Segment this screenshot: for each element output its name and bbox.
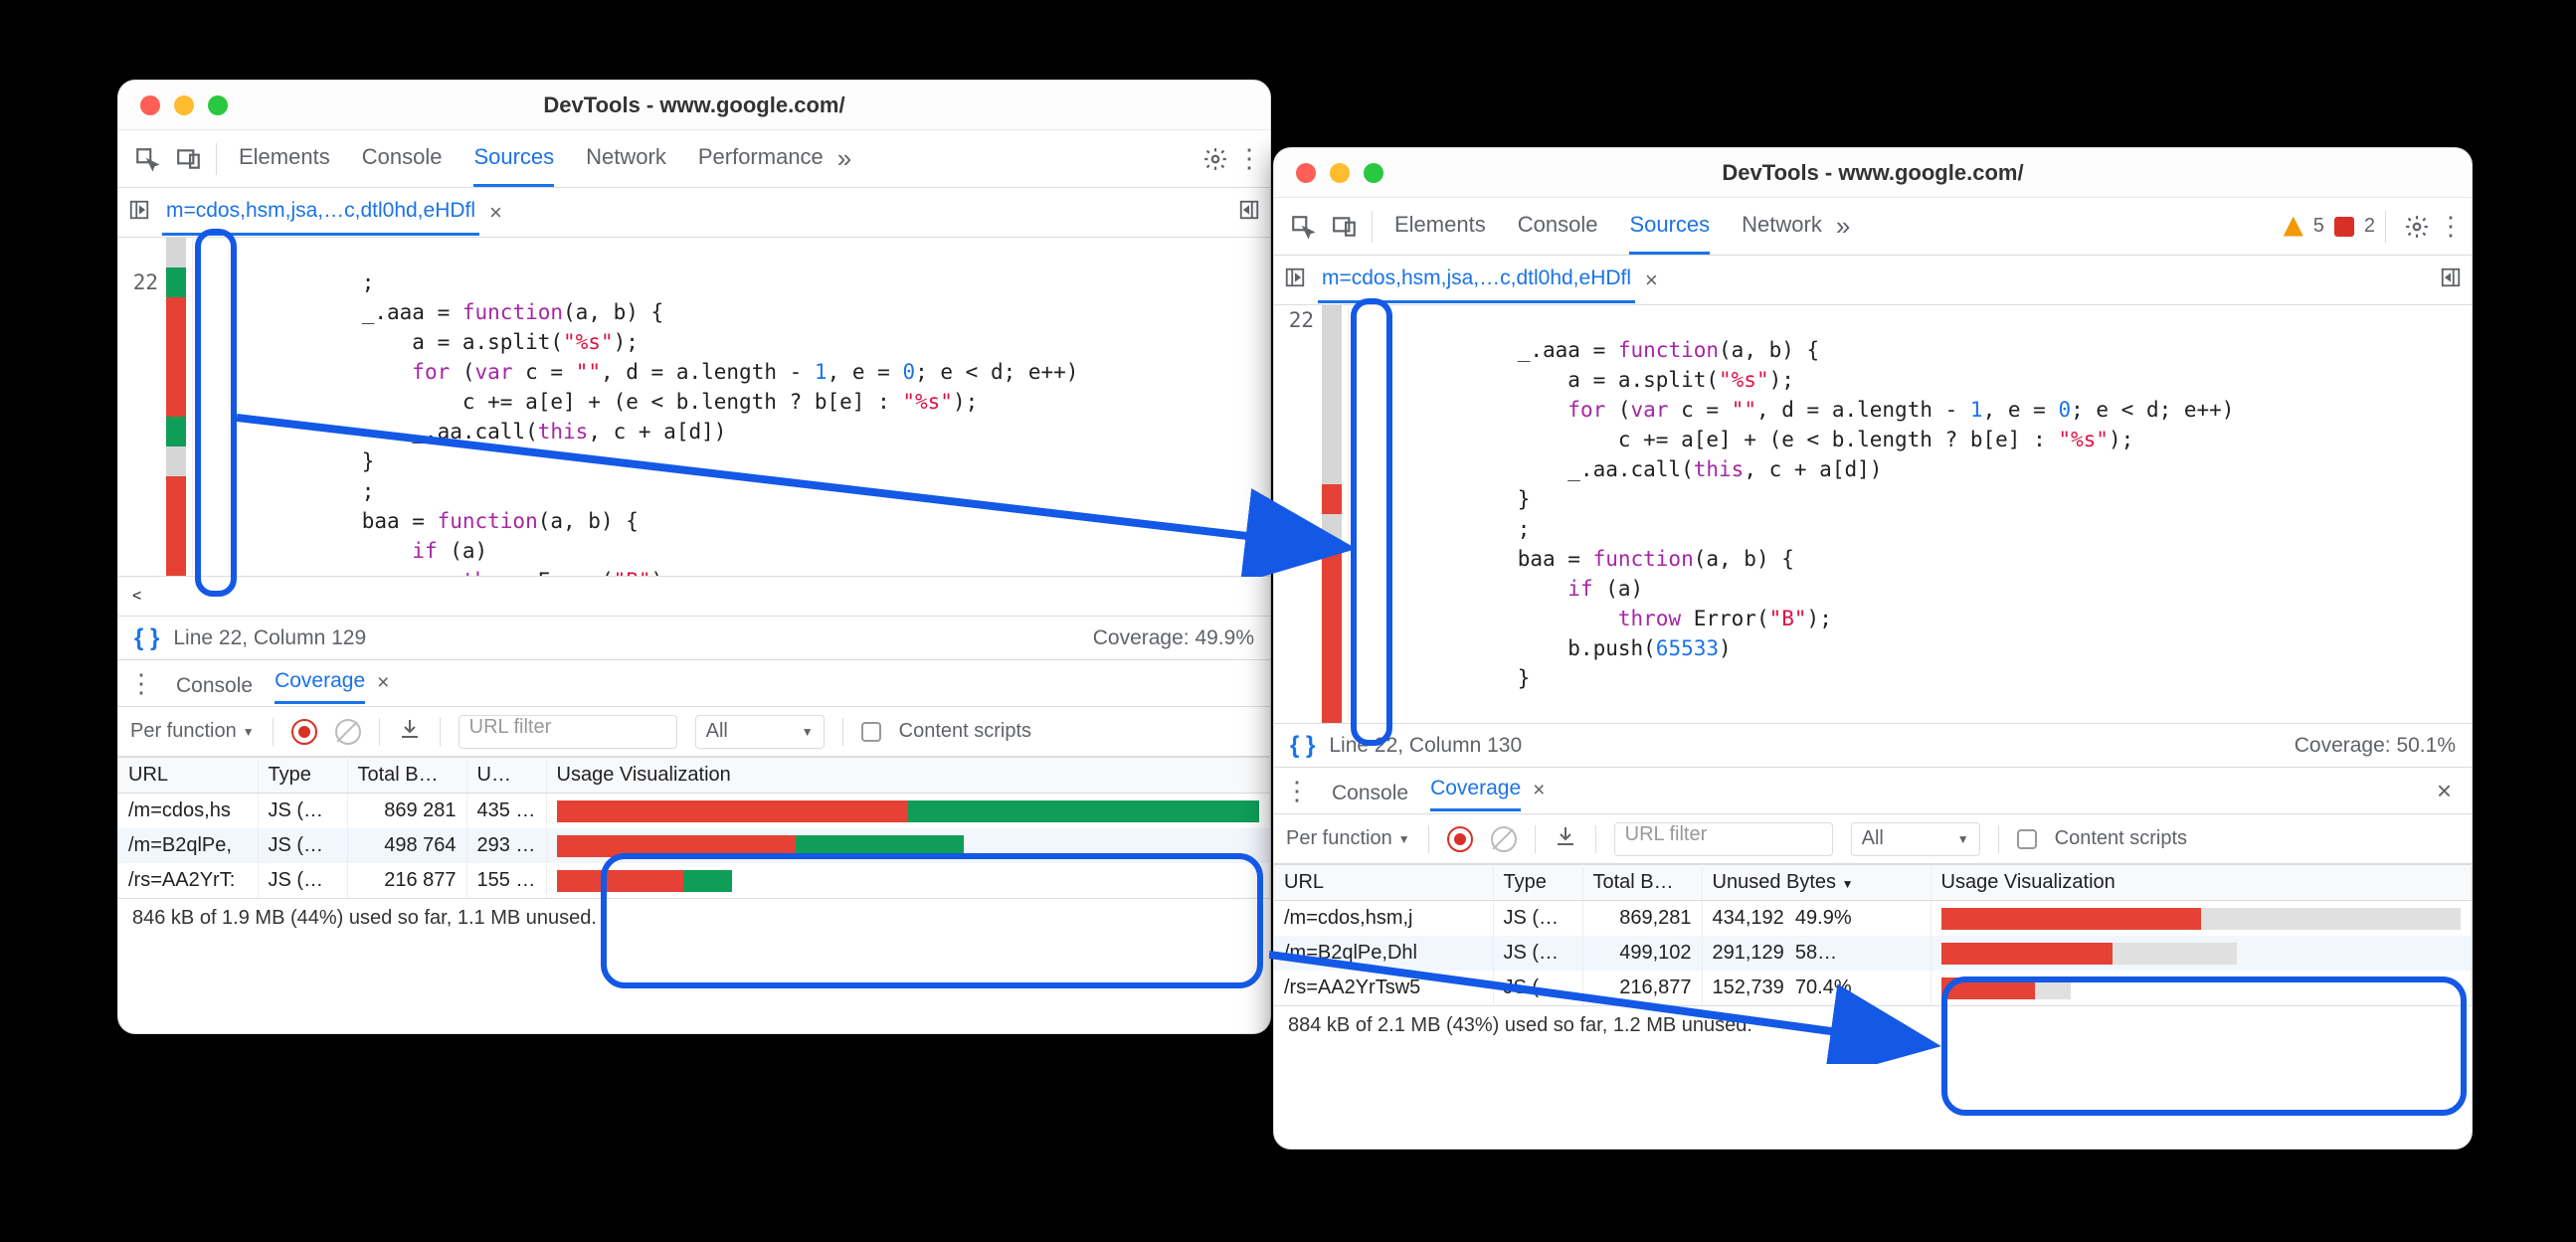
record-button[interactable] [1447, 826, 1473, 852]
content-scripts-checkbox[interactable] [2017, 829, 2037, 849]
col-total[interactable]: Total B… [347, 758, 466, 794]
line-number: 22 [1274, 305, 1314, 335]
tab-performance[interactable]: Performance [698, 144, 824, 187]
coverage-percent: Coverage: 49.9% [1093, 626, 1254, 650]
warning-count[interactable]: 5 [2284, 215, 2324, 238]
toggle-debugger-icon[interactable] [2440, 266, 2462, 293]
tab-sources[interactable]: Sources [473, 144, 554, 187]
drawer-tab-console[interactable]: Console [176, 668, 253, 698]
record-button[interactable] [291, 719, 317, 745]
titlebar: DevTools - www.google.com/ [118, 81, 1270, 130]
close-file-tab-icon[interactable]: × [1645, 267, 1658, 293]
close-drawer-tab-icon[interactable]: × [1533, 779, 1545, 802]
close-drawer-tab-icon[interactable]: × [377, 671, 389, 695]
clear-button[interactable] [335, 719, 361, 745]
col-total[interactable]: Total B… [1582, 865, 1702, 901]
col-url[interactable]: URL [118, 758, 258, 794]
coverage-percent: Coverage: 50.1% [2295, 734, 2456, 758]
window-title: DevTools - www.google.com/ [1274, 160, 2472, 186]
open-file-tab[interactable]: m=cdos,hsm,jsa,…c,dtl0hd,eHDfl [162, 189, 479, 236]
drawer-menu-icon[interactable]: ⋮ [128, 668, 154, 699]
toggle-debugger-icon[interactable] [1238, 199, 1260, 226]
cursor-position: Line 22, Column 130 [1329, 734, 1522, 758]
col-type[interactable]: Type [258, 758, 347, 794]
type-filter-select[interactable]: All▼ [695, 715, 825, 749]
line-number: 22 [118, 267, 158, 297]
pretty-print-icon[interactable]: { } [1290, 732, 1315, 760]
source-code: _.aaa = function(a, b) { a = a.split("%s… [1348, 305, 2472, 723]
drawer-tab-console[interactable]: Console [1332, 776, 1408, 805]
per-function-select[interactable]: Per function ▼ [1286, 827, 1410, 850]
cursor-position: Line 22, Column 129 [173, 626, 366, 650]
col-type[interactable]: Type [1493, 865, 1582, 901]
export-icon[interactable] [1554, 824, 1577, 854]
tab-elements[interactable]: Elements [239, 144, 330, 187]
export-icon[interactable] [398, 717, 422, 747]
col-url[interactable]: URL [1274, 865, 1493, 901]
device-toggle-icon[interactable] [168, 138, 210, 180]
table-row[interactable]: /rs=AA2YrT:JS (…216 877155 … [118, 863, 1270, 898]
table-row[interactable]: /m=cdos,hsJS (…869 281435 … [118, 794, 1270, 829]
devtools-tabbar: Elements Console Sources Network Perform… [118, 130, 1270, 188]
content-scripts-checkbox[interactable] [861, 722, 881, 742]
col-viz[interactable]: Usage Visualization [1931, 865, 2472, 901]
url-filter-input[interactable]: URL filter [1614, 822, 1833, 856]
status-bar: { } Line 22, Column 129 Coverage: 49.9% [118, 616, 1270, 659]
type-filter-select[interactable]: All▼ [1851, 822, 1980, 856]
toggle-navigator-icon[interactable] [128, 199, 150, 226]
clear-button[interactable] [1491, 826, 1517, 852]
more-tabs-icon[interactable]: » [837, 143, 851, 174]
content-scripts-label: Content scripts [899, 720, 1031, 743]
toggle-navigator-icon[interactable] [1284, 266, 1306, 293]
close-drawer-icon[interactable]: × [2437, 776, 2452, 806]
drawer-menu-icon[interactable]: ⋮ [1284, 776, 1310, 806]
kebab-menu-icon[interactable]: ⋮ [2438, 211, 2464, 242]
device-toggle-icon[interactable] [1324, 206, 1366, 248]
coverage-summary: 846 kB of 1.9 MB (44%) used so far, 1.1 … [118, 898, 1270, 938]
tab-network[interactable]: Network [1742, 212, 1822, 255]
kebab-menu-icon[interactable]: ⋮ [1236, 143, 1262, 174]
per-function-select[interactable]: Per function ▼ [130, 720, 255, 743]
source-code: ; _.aaa = function(a, b) { a = a.split("… [192, 238, 1270, 576]
table-row[interactable]: /m=B2qlPe,DhlJS (…499,102291,129 58… [1274, 936, 2472, 971]
coverage-table: URL Type Total B… Unused Bytes ▼ Usage V… [1274, 864, 2472, 1005]
close-file-tab-icon[interactable]: × [489, 200, 502, 226]
table-row[interactable]: /m=B2qlPe,JS (…498 764293 … [118, 828, 1270, 863]
window-title: DevTools - www.google.com/ [118, 92, 1270, 118]
tab-sources[interactable]: Sources [1629, 212, 1710, 255]
open-file-tab[interactable]: m=cdos,hsm,jsa,…c,dtl0hd,eHDfl [1318, 257, 1635, 303]
titlebar: DevTools - www.google.com/ [1274, 148, 2472, 198]
table-row[interactable]: /m=cdos,hsm,jJS (…869,281434,192 49.9% [1274, 901, 2472, 937]
table-row[interactable]: /rs=AA2YrTsw5JS (…216,877152,739 70.4% [1274, 971, 2472, 1005]
pretty-print-icon[interactable]: { } [134, 624, 159, 652]
url-filter-input[interactable]: URL filter [459, 715, 677, 749]
col-viz[interactable]: Usage Visualization [546, 758, 1270, 794]
tab-elements[interactable]: Elements [1394, 212, 1486, 255]
sources-file-tabbar: m=cdos,hsm,jsa,…c,dtl0hd,eHDfl × [118, 188, 1270, 238]
col-unused[interactable]: Unused Bytes ▼ [1702, 865, 1931, 901]
drawer-tab-coverage[interactable]: Coverage [1430, 771, 1521, 811]
scroll-left-icon[interactable]: < [132, 588, 141, 606]
more-tabs-icon[interactable]: » [1836, 211, 1850, 242]
settings-icon[interactable] [1195, 138, 1236, 180]
settings-icon[interactable] [2396, 206, 2438, 248]
coverage-table: URL Type Total B… U… Usage Visualization… [118, 757, 1270, 898]
error-count[interactable]: 2 [2334, 215, 2375, 238]
coverage-summary: 884 kB of 2.1 MB (43%) used so far, 1.2 … [1274, 1005, 2472, 1045]
inspect-icon[interactable] [1282, 206, 1324, 248]
source-editor[interactable]: 22 ; _.aaa = function(a, b) { a = a.spli… [118, 238, 1270, 576]
col-unused[interactable]: U… [466, 758, 546, 794]
content-scripts-label: Content scripts [2055, 827, 2187, 850]
inspect-icon[interactable] [126, 138, 168, 180]
tab-network[interactable]: Network [586, 144, 666, 187]
tab-console[interactable]: Console [362, 144, 443, 187]
drawer-tab-coverage[interactable]: Coverage [275, 663, 365, 704]
tab-console[interactable]: Console [1518, 212, 1598, 255]
